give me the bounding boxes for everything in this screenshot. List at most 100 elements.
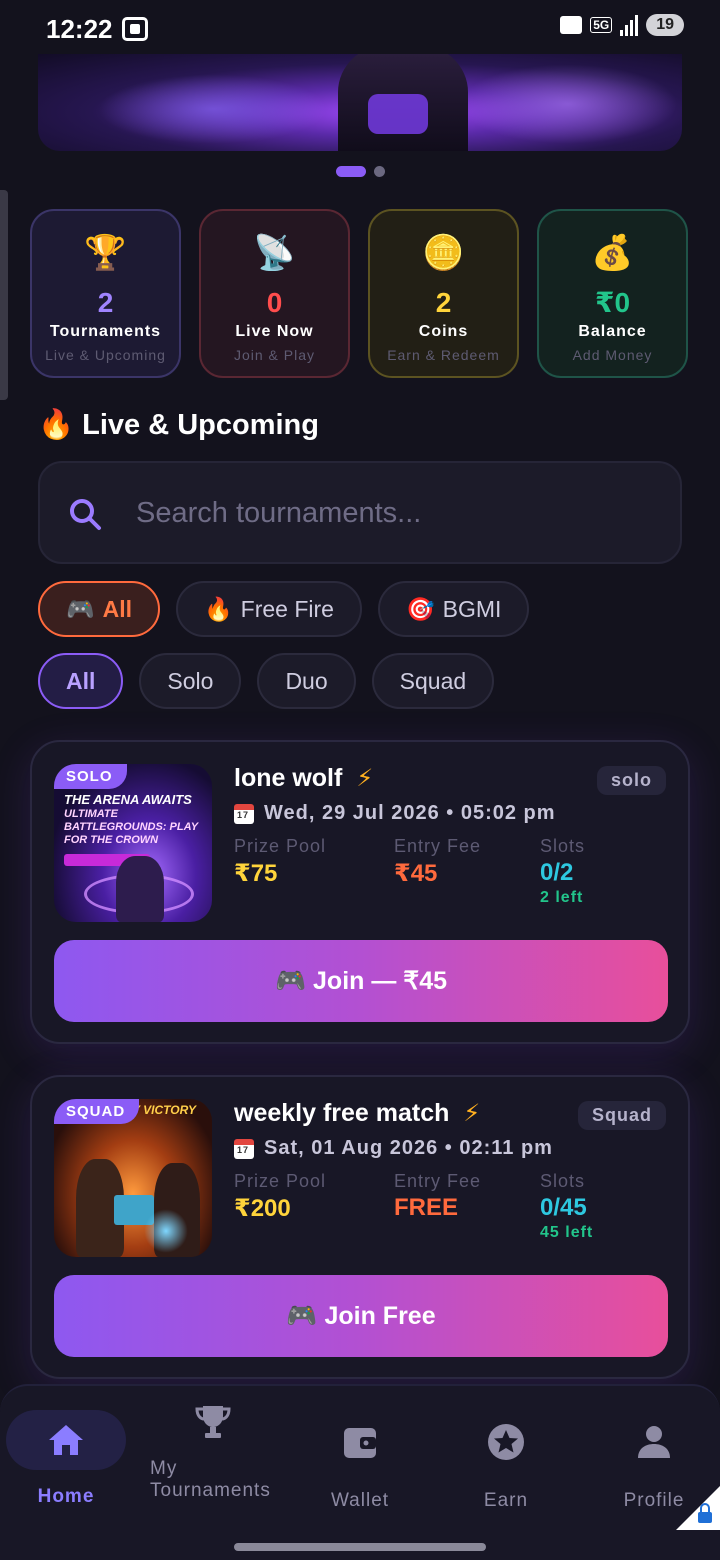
entry-fee-label: Entry Fee [394, 1171, 482, 1191]
chip-label: All [102, 595, 133, 622]
stat-value: 0 [266, 287, 283, 318]
money-bag-icon: 💰 [591, 234, 634, 272]
nav-label: Home [37, 1486, 95, 1507]
tournament-name: weekly free match ⚡ [234, 1099, 480, 1128]
stats-row: 🏆 2 Tournaments Live & Upcoming 📡 0 Live… [30, 209, 690, 378]
nav-home[interactable]: Home [6, 1386, 126, 1508]
status-bar: 12:22 5G 19 [0, 0, 720, 56]
tournament-date: Wed, 29 Jul 2026 • 05:02 pm [234, 802, 556, 825]
stat-label: Live Now [235, 323, 314, 340]
calendar-icon [234, 1138, 254, 1159]
tournament-date-text: Sat, 01 Aug 2026 • 02:11 pm [264, 1137, 553, 1159]
tournament-date-text: Wed, 29 Jul 2026 • 05:02 pm [264, 802, 556, 824]
filter-chip-free-fire[interactable]: 🔥 Free Fire [176, 581, 362, 637]
promo-banner[interactable] [38, 54, 682, 151]
battery-level: 19 [646, 14, 684, 36]
nav-wallet[interactable]: Wallet [300, 1386, 420, 1512]
slots-label: Slots [540, 836, 586, 856]
slots-left: 45 left [540, 1224, 594, 1241]
prize-pool: Prize Pool ₹75 [234, 836, 326, 888]
tournament-thumbnail: Y VICTORY SQUAD [54, 1099, 212, 1257]
chip-label: Free Fire [240, 595, 334, 622]
folder-icon [560, 16, 583, 34]
lock-icon [698, 1503, 712, 1523]
slots-left: 2 left [540, 889, 584, 906]
thumbnail-headline: THE ARENA AWAITS [64, 792, 192, 807]
stat-sublabel: Earn & Redeem [387, 347, 500, 363]
filter-chip-solo[interactable]: Solo [139, 653, 242, 709]
fire-icon: 🔥 [38, 409, 75, 441]
gamepad-icon: 🎮 [66, 595, 95, 622]
prize-pool: Prize Pool ₹200 [234, 1171, 326, 1223]
stat-sublabel: Add Money [572, 347, 653, 363]
prize-pool-label: Prize Pool [234, 836, 327, 856]
user-icon [638, 1426, 670, 1458]
stat-card-live-now[interactable]: 📡 0 Live Now Join & Play [199, 209, 350, 378]
stat-card-tournaments[interactable]: 🏆 2 Tournaments Live & Upcoming [30, 209, 181, 378]
pagination-dot-active[interactable] [336, 166, 366, 177]
banner-pagination [336, 166, 385, 177]
slots-value: 0/2 [540, 859, 574, 886]
stat-card-balance[interactable]: 💰 ₹0 Balance Add Money [537, 209, 688, 378]
trophy-icon [195, 1406, 231, 1438]
join-free-button[interactable]: 🎮 Join Free [54, 1275, 668, 1357]
star-icon [488, 1424, 524, 1460]
bottom-navigation: Home My Tournaments Wallet Earn Profile [0, 1384, 720, 1560]
prize-pool-label: Prize Pool [234, 1171, 327, 1191]
nav-label: My Tournaments [150, 1458, 271, 1501]
stat-label: Tournaments [49, 323, 162, 340]
stat-value: ₹0 [594, 287, 631, 318]
home-indicator[interactable] [234, 1543, 486, 1551]
stat-value: 2 [97, 287, 114, 318]
tournament-card[interactable]: THE ARENA AWAITS ULTIMATE BATTLEGROUNDS:… [30, 740, 690, 1044]
nav-my-tournaments[interactable]: My Tournaments [150, 1386, 276, 1502]
status-time: 12:22 [46, 14, 113, 44]
entry-fee: Entry Fee FREE [394, 1171, 481, 1222]
filter-chip-duo[interactable]: Duo [257, 653, 356, 709]
slots-value: 0/45 [540, 1194, 587, 1221]
slots: Slots 0/45 45 left [540, 1171, 593, 1242]
entry-fee-value: FREE [394, 1194, 459, 1221]
stat-label: Coins [418, 323, 469, 340]
mode-filter-chips: All Solo Duo Squad [38, 653, 495, 709]
tournament-name-text: lone wolf [234, 764, 343, 792]
search-input[interactable] [136, 463, 656, 563]
lightning-icon: ⚡ [356, 765, 374, 792]
slots-label: Slots [540, 1171, 586, 1191]
nav-label: Earn [483, 1490, 529, 1511]
prize-pool-value: ₹200 [234, 1195, 291, 1222]
wallet-icon [344, 1428, 376, 1458]
stat-card-coins[interactable]: 🪙 2 Coins Earn & Redeem [368, 209, 519, 378]
home-icon [49, 1425, 83, 1455]
entry-fee-label: Entry Fee [394, 836, 482, 856]
entry-fee: Entry Fee ₹45 [394, 836, 481, 888]
search-box[interactable] [38, 461, 682, 564]
tournament-name-text: weekly free match [234, 1099, 450, 1127]
filter-chip-all-games[interactable]: 🎮 All [38, 581, 161, 637]
mode-tag: Squad [577, 1101, 666, 1130]
nav-earn[interactable]: Earn [446, 1386, 566, 1512]
network-type: 5G [590, 17, 613, 33]
filter-chip-all-modes[interactable]: All [38, 653, 124, 709]
game-filter-chips: 🎮 All 🔥 Free Fire 🎯 BGMI [38, 581, 530, 637]
filter-chip-bgmi[interactable]: 🎯 BGMI [377, 581, 530, 637]
pagination-dot[interactable] [374, 166, 385, 177]
filter-chip-squad[interactable]: Squad [371, 653, 495, 709]
mode-badge: SQUAD [54, 1099, 140, 1124]
stat-sublabel: Join & Play [233, 347, 316, 363]
section-title: 🔥 Live & Upcoming [38, 408, 319, 442]
join-button[interactable]: 🎮 Join — ₹45 [54, 940, 668, 1022]
tournament-card[interactable]: Y VICTORY SQUAD weekly free match ⚡ Squa… [30, 1075, 690, 1379]
thumbnail-subheadline: ULTIMATE BATTLEGROUNDS: PLAY FOR THE CRO… [64, 808, 198, 846]
fire-icon: 🔥 [204, 595, 233, 622]
search-icon [70, 499, 101, 530]
status-indicators: 5G 19 [560, 14, 684, 36]
trophy-icon: 🏆 [84, 234, 127, 272]
tournament-thumbnail: THE ARENA AWAITS ULTIMATE BATTLEGROUNDS:… [54, 764, 212, 922]
tournament-date: Sat, 01 Aug 2026 • 02:11 pm [234, 1137, 553, 1160]
edge-panel-handle[interactable] [0, 190, 8, 400]
coin-icon: 🪙 [422, 234, 465, 272]
tournament-name: lone wolf ⚡ [234, 764, 373, 793]
signal-icon [620, 14, 639, 36]
mode-badge: SOLO [54, 764, 127, 789]
